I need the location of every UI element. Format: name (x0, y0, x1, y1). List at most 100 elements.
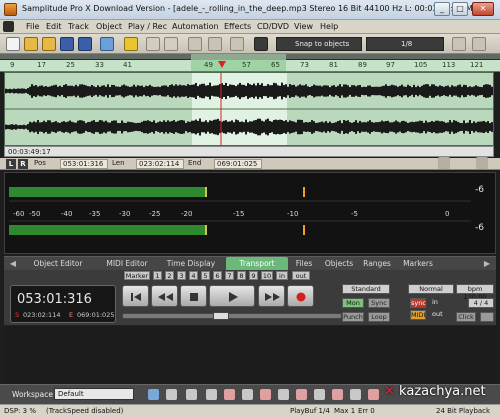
menu-help[interactable]: Help (320, 22, 338, 31)
in-button[interactable]: in (276, 271, 288, 280)
close-button[interactable]: ✕ (472, 2, 494, 16)
link-icon[interactable] (452, 37, 466, 51)
position-slider[interactable] (122, 312, 342, 320)
marker-button[interactable]: 7 (225, 271, 234, 280)
menu-edit[interactable]: Edit (46, 22, 62, 31)
zoom-dropdown[interactable]: 1/8 (366, 37, 444, 51)
open-folder-icon[interactable] (24, 37, 38, 51)
punch-button[interactable]: Punch (342, 312, 364, 322)
waveform-display[interactable] (4, 72, 494, 146)
marker-button[interactable]: 10 (261, 271, 273, 280)
config-icon[interactable] (472, 37, 486, 51)
stop-button[interactable] (180, 285, 207, 307)
waveform-sample (151, 86, 153, 96)
eye-icon[interactable] (260, 389, 271, 400)
menu-cd-dvd[interactable]: CD/DVD (257, 22, 289, 31)
open-project-icon[interactable] (42, 37, 56, 51)
marker-button[interactable]: 6 (213, 271, 222, 280)
out-button[interactable]: out (292, 271, 310, 280)
marker-button[interactable]: 2 (165, 271, 174, 280)
standard-dropdown[interactable]: Standard (342, 284, 390, 294)
record-button[interactable] (287, 285, 314, 307)
view-icon[interactable] (148, 389, 159, 400)
zoom-icon[interactable] (314, 389, 325, 400)
time-scrollbar[interactable]: 00:03:49:17 (4, 146, 494, 157)
save-icon[interactable] (60, 37, 74, 51)
menu-effects[interactable]: Effects (224, 22, 251, 31)
fast-forward-button[interactable] (258, 285, 285, 307)
cut-tool-icon[interactable] (100, 37, 114, 51)
rewind-button[interactable] (151, 285, 178, 307)
click-settings-button[interactable] (480, 312, 494, 322)
len-value[interactable]: 023:02:114 (136, 159, 184, 169)
menu-object[interactable]: Object (96, 22, 122, 31)
bpm-field[interactable]: bpm 120.00 (456, 284, 494, 301)
tab-object-editor[interactable]: Object Editor (26, 257, 90, 271)
grid-icon[interactable] (254, 37, 268, 51)
swap-icon[interactable] (438, 157, 450, 169)
redo-icon[interactable] (208, 37, 222, 51)
eye-icon[interactable] (224, 389, 235, 400)
mixer-icon[interactable] (166, 389, 177, 400)
loop-button[interactable]: Loop (368, 312, 390, 322)
menu-track[interactable]: Track (68, 22, 89, 31)
color-tool-icon[interactable] (124, 37, 138, 51)
tab-midi-editor[interactable]: MIDI Editor (98, 257, 156, 271)
end-value[interactable]: 069:01:025 (214, 159, 262, 169)
tab-time-display[interactable]: Time Display (162, 257, 220, 271)
waveform-sample (103, 121, 105, 133)
menu-file[interactable]: File (26, 22, 39, 31)
time-signature-field[interactable]: 4 / 4 (468, 298, 494, 308)
grab-icon[interactable] (242, 389, 253, 400)
undo-icon[interactable] (188, 37, 202, 51)
sync-button[interactable]: Sync (368, 298, 390, 308)
waveform-sample (29, 121, 31, 133)
right-marker-button[interactable]: R (18, 159, 28, 169)
workspace-dropdown[interactable]: Default (54, 388, 134, 400)
marker-button[interactable]: 3 (177, 271, 186, 280)
go-to-start-button[interactable] (122, 285, 149, 307)
marker-button[interactable]: 9 (249, 271, 258, 280)
expand-icon[interactable] (476, 157, 488, 169)
mon-button[interactable]: Mon (342, 298, 364, 308)
eye-icon[interactable] (368, 389, 379, 400)
marker-button[interactable]: 8 (237, 271, 246, 280)
left-marker-button[interactable]: L (6, 159, 16, 169)
split-icon[interactable] (278, 389, 289, 400)
tab-scroll-left-icon[interactable]: ◀ (8, 257, 18, 271)
play-button[interactable] (209, 285, 255, 307)
bar-ruler[interactable]: 9 17 25 33 41 49 57 65 73 81 89 97 105 1… (0, 60, 500, 72)
eye-icon[interactable] (332, 389, 343, 400)
normal-dropdown[interactable]: Normal (408, 284, 454, 294)
tab-ranges[interactable]: Ranges (360, 257, 394, 271)
menu-play-rec[interactable]: Play / Rec (128, 22, 167, 31)
tab-markers[interactable]: Markers (398, 257, 438, 271)
marker-button[interactable]: 5 (201, 271, 210, 280)
snap-dropdown[interactable]: Snap to objects (276, 37, 362, 51)
save-all-icon[interactable] (78, 37, 92, 51)
tab-scroll-right-icon[interactable]: ▶ (482, 257, 492, 271)
position-slider-thumb[interactable] (213, 312, 229, 320)
curve-icon[interactable] (350, 389, 361, 400)
menu-view[interactable]: View (294, 22, 313, 31)
marker-button[interactable]: 1 (153, 271, 162, 280)
tab-transport[interactable]: Transport (226, 257, 288, 271)
range-icon[interactable] (206, 389, 217, 400)
marker-button[interactable]: 4 (189, 271, 198, 280)
minimize-button[interactable]: _ (434, 2, 450, 16)
click-button[interactable]: Click (456, 312, 476, 322)
eye-icon[interactable] (296, 389, 307, 400)
new-file-icon[interactable] (6, 37, 20, 51)
levels-icon[interactable] (146, 37, 160, 51)
end-label: E (69, 311, 74, 319)
pos-value[interactable]: 053:01:316 (60, 159, 108, 169)
time-display[interactable]: 053:01:316 S 023:02:114 E 069:01:025 (10, 285, 116, 323)
sync-icon[interactable] (230, 37, 244, 51)
menu-automation[interactable]: Automation (172, 22, 219, 31)
maximize-button[interactable]: □ (452, 2, 468, 16)
track-icon[interactable] (186, 389, 197, 400)
crossfade-icon[interactable] (164, 37, 178, 51)
tab-objects[interactable]: Objects (322, 257, 356, 271)
playhead-marker-icon[interactable] (218, 61, 226, 68)
tab-files[interactable]: Files (292, 257, 316, 271)
